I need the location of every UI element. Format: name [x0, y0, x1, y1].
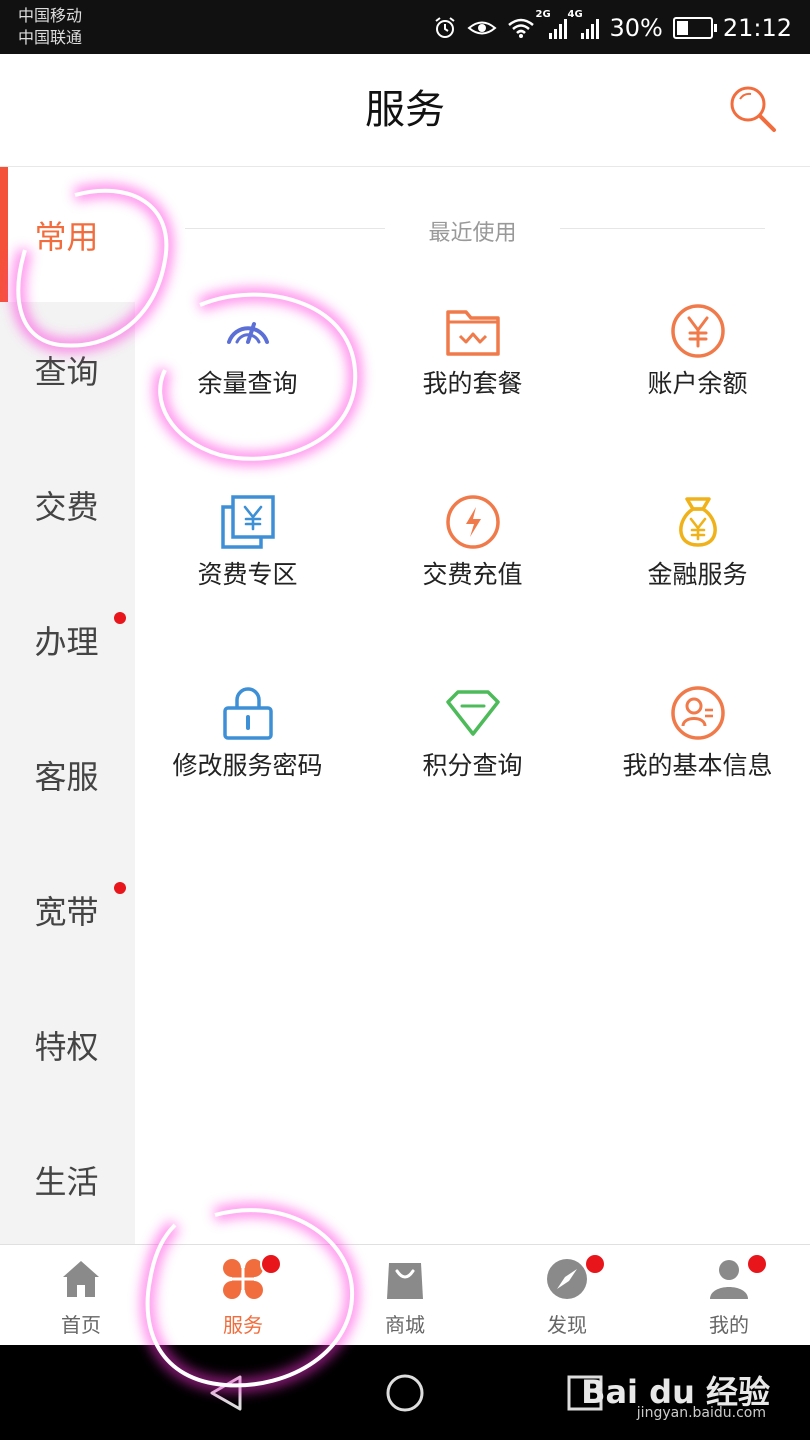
service-change-password[interactable]: 修改服务密码 — [135, 684, 360, 834]
category-sidebar: 常用 查询 交费 办理 客服 宽带 特权 生活 — [0, 167, 135, 1244]
service-label: 我的基本信息 — [622, 751, 773, 780]
service-finance[interactable]: 金融服务 — [585, 493, 810, 643]
tab-mall[interactable]: 商城 — [324, 1245, 486, 1346]
service-label: 金融服务 — [647, 560, 748, 589]
shopping-bag-icon — [387, 1263, 423, 1299]
page-title: 服务 — [365, 87, 445, 133]
service-label: 余量查询 — [197, 369, 298, 398]
clock: 21:12 — [722, 14, 792, 42]
clover-icon — [223, 1259, 263, 1299]
service-recharge[interactable]: 交费充值 — [360, 493, 585, 643]
battery-icon — [672, 17, 717, 39]
tab-label: 发现 — [547, 1313, 587, 1337]
compass-icon — [547, 1259, 587, 1299]
carrier-1: 中国移动 — [18, 6, 83, 25]
gauge-icon — [227, 322, 269, 344]
service-label: 资费专区 — [197, 560, 298, 589]
status-icons: 2G 4G 30% 21:12 — [433, 9, 792, 46]
sidebar-item-label: 特权 — [34, 1027, 99, 1066]
battery-level — [676, 21, 688, 35]
watermark-url: jingyan.baidu.com — [636, 1405, 766, 1421]
service-tariff-zone[interactable]: 资费专区 — [135, 493, 360, 643]
user-card-icon — [671, 686, 725, 740]
sidebar-item-label: 宽带 — [34, 892, 99, 931]
header: 服务 — [0, 54, 810, 167]
tab-label: 我的 — [709, 1313, 749, 1337]
home-button-icon[interactable] — [383, 1371, 427, 1415]
notification-dot — [746, 1253, 768, 1275]
service-content: 最近使用 余量查询 我的套餐 账户余额 资费专区 交费充值 金融服务 修改服务密… — [135, 167, 810, 1244]
service-balance-query[interactable]: 余量查询 — [135, 302, 360, 452]
battery-percent: 30% — [609, 14, 663, 42]
sidebar-item-label: 生活 — [34, 1162, 99, 1201]
system-nav-bar: Bai du 经验 jingyan.baidu.com — [0, 1345, 810, 1440]
lock-icon — [223, 687, 273, 740]
network-type-2: 4G — [567, 9, 583, 20]
home-icon — [63, 1261, 99, 1297]
package-folder-icon — [446, 310, 500, 356]
wifi-icon — [508, 18, 535, 38]
tab-mine[interactable]: 我的 — [648, 1245, 810, 1346]
signal-2-icon: 4G — [567, 9, 600, 39]
tab-label: 服务 — [223, 1313, 263, 1337]
search-icon[interactable] — [726, 82, 780, 136]
service-label: 交费充值 — [422, 560, 523, 589]
tab-home[interactable]: 首页 — [0, 1245, 162, 1346]
status-bar: 中国移动 中国联通 2G 4G 30% 21:12 — [0, 0, 810, 54]
yuan-circle-icon — [671, 304, 725, 358]
diamond-icon — [446, 690, 500, 736]
bottom-tab-bar: 首页 服务 商城 发现 我的 — [0, 1244, 810, 1346]
sidebar-item-query[interactable]: 查询 — [0, 302, 135, 437]
sidebar-item-label: 客服 — [34, 757, 99, 796]
person-icon — [710, 1260, 748, 1299]
service-my-info[interactable]: 我的基本信息 — [585, 684, 810, 834]
tab-discover[interactable]: 发现 — [486, 1245, 648, 1346]
service-points-query[interactable]: 积分查询 — [360, 684, 585, 834]
lightning-circle-icon — [446, 495, 500, 549]
sidebar-item-handle[interactable]: 办理 — [0, 572, 135, 707]
carrier-2: 中国联通 — [18, 28, 83, 47]
divider-right — [560, 228, 765, 229]
signal-1-icon: 2G — [535, 9, 568, 39]
carrier-info: 中国移动 中国联通 — [18, 5, 82, 49]
back-icon[interactable] — [204, 1371, 248, 1415]
tab-label: 首页 — [61, 1313, 101, 1337]
sidebar-item-broadband[interactable]: 宽带 — [0, 842, 135, 977]
network-type-1: 2G — [535, 9, 551, 20]
tab-label: 商城 — [385, 1313, 425, 1337]
eye-comfort-icon — [467, 21, 498, 35]
sidebar-item-common[interactable]: 常用 — [0, 167, 135, 302]
service-label: 修改服务密码 — [172, 751, 323, 780]
notification-dot — [584, 1253, 606, 1275]
service-label: 我的套餐 — [422, 369, 523, 398]
sidebar-item-payment[interactable]: 交费 — [0, 437, 135, 572]
money-bag-icon — [679, 497, 717, 547]
sidebar-item-privilege[interactable]: 特权 — [0, 977, 135, 1112]
yuan-cards-icon — [221, 495, 275, 549]
sidebar-item-label: 办理 — [34, 622, 99, 661]
notification-dot — [260, 1253, 282, 1275]
service-my-package[interactable]: 我的套餐 — [360, 302, 585, 452]
service-label: 账户余额 — [647, 369, 748, 398]
section-title: 最近使用 — [428, 221, 517, 246]
sidebar-item-label: 常用 — [34, 217, 99, 256]
notification-dot — [114, 882, 126, 894]
service-label: 积分查询 — [422, 751, 523, 780]
sidebar-item-label: 查询 — [34, 352, 99, 391]
sidebar-item-life[interactable]: 生活 — [0, 1112, 135, 1247]
tab-service[interactable]: 服务 — [162, 1245, 324, 1346]
sidebar-item-label: 交费 — [34, 487, 99, 526]
alarm-icon — [435, 17, 456, 38]
notification-dot — [114, 612, 126, 624]
service-account-balance[interactable]: 账户余额 — [585, 302, 810, 452]
sidebar-item-customer-service[interactable]: 客服 — [0, 707, 135, 842]
